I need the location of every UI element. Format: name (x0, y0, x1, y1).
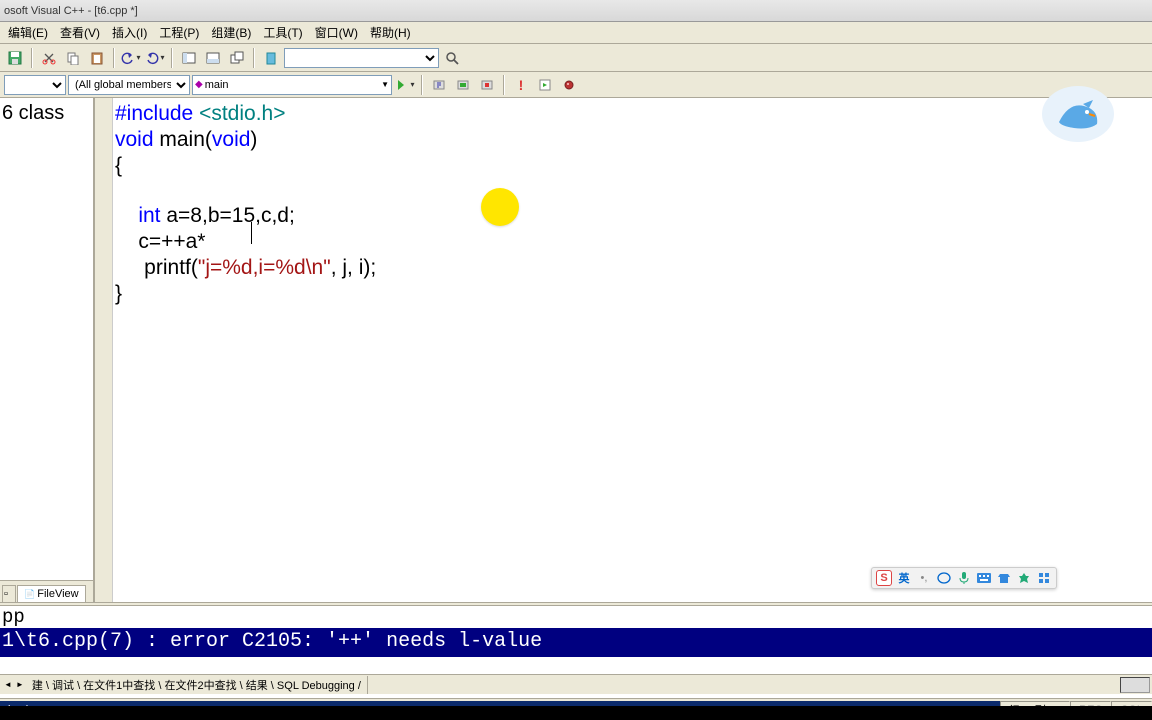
output-tabs-text[interactable]: 建 \ 调试 \ 在文件1中查找 \ 在文件2中查找 \ 结果 \ SQL De… (26, 676, 368, 694)
class-tab-icon: ▫ (4, 588, 8, 600)
app-title: osoft Visual C++ - [t6.cpp *] (4, 5, 138, 17)
titlebar: osoft Visual C++ - [t6.cpp *] (0, 0, 1152, 22)
ime-mic-icon[interactable] (956, 570, 972, 586)
thunder-logo-icon (1039, 84, 1117, 144)
code-editor[interactable]: #include <stdio.h> void main(void) { int… (95, 98, 1152, 602)
copy-icon[interactable] (62, 47, 84, 69)
output-icon[interactable] (202, 47, 224, 69)
go-icon[interactable] (534, 74, 556, 96)
scope-combo[interactable]: (All global members (68, 75, 190, 95)
output-tabs: ◄► 建 \ 调试 \ 在文件1中查找 \ 在文件2中查找 \ 结果 \ SQL… (0, 674, 1152, 694)
output-extra-line (0, 657, 1152, 674)
menubar: 编辑(E) 查看(V) 插入(I) 工程(P) 组建(B) 工具(T) 窗口(W… (0, 22, 1152, 44)
menu-insert[interactable]: 插入(I) (106, 22, 153, 43)
ime-logo-icon[interactable]: S (876, 570, 892, 586)
standard-toolbar: ▾ ▾ (0, 44, 1152, 72)
find-icon[interactable] (441, 47, 463, 69)
output-filename: pp (0, 606, 1152, 628)
build-icon[interactable] (452, 74, 474, 96)
bookmark-icon[interactable] (260, 47, 282, 69)
ime-soft-keyboard-icon[interactable] (936, 570, 952, 586)
ime-tool-icon[interactable] (1016, 570, 1032, 586)
ime-punct-icon[interactable]: •, (916, 570, 932, 586)
ime-skin-icon[interactable] (996, 570, 1012, 586)
workspace-panel: 6 class ▫ 📄FileView (0, 98, 95, 602)
menu-edit[interactable]: 编辑(E) (2, 22, 54, 43)
execute-icon[interactable]: ! (510, 74, 532, 96)
menu-view[interactable]: 查看(V) (54, 22, 106, 43)
windows-icon[interactable] (226, 47, 248, 69)
ime-lang[interactable]: 英 (896, 570, 912, 586)
menu-window[interactable]: 窗口(W) (309, 22, 364, 43)
ime-toolbar[interactable]: S 英 •, (871, 567, 1057, 589)
menu-tools[interactable]: 工具(T) (257, 22, 308, 43)
output-error-line[interactable]: 1\t6.cpp(7) : error C2105: '++' needs l-… (0, 628, 1152, 657)
find-combo[interactable] (284, 48, 439, 68)
file-tab-icon: 📄 (24, 589, 35, 600)
member-combo[interactable]: ◆ main ▼ (192, 75, 392, 95)
workspace-tabs: ▫ 📄FileView (0, 580, 93, 602)
output-panel: pp 1\t6.cpp(7) : error C2105: '++' needs… (0, 606, 1152, 674)
bottom-bar (0, 706, 1152, 720)
cut-icon[interactable] (38, 47, 60, 69)
text-cursor (251, 222, 252, 244)
ime-settings-icon[interactable] (1036, 570, 1052, 586)
highlight-marker (481, 188, 519, 226)
menu-project[interactable]: 工程(P) (153, 22, 205, 43)
paste-icon[interactable] (86, 47, 108, 69)
ime-keyboard-icon[interactable] (976, 570, 992, 586)
menu-build[interactable]: 组建(B) (205, 22, 257, 43)
tab-classview[interactable]: ▫ (2, 585, 16, 602)
class-view[interactable]: 6 class (0, 98, 93, 580)
main-area: 6 class ▫ 📄FileView #include <stdio.h> v… (0, 98, 1152, 602)
action-icon[interactable]: ▾ (394, 74, 416, 96)
stop-build-icon[interactable] (476, 74, 498, 96)
menu-help[interactable]: 帮助(H) (364, 22, 417, 43)
func-icon: ◆ (195, 79, 203, 90)
tab-fileview[interactable]: 📄FileView (17, 585, 86, 602)
redo-icon[interactable]: ▾ (144, 47, 166, 69)
code-content[interactable]: #include <stdio.h> void main(void) { int… (113, 98, 1152, 602)
workspace-icon[interactable] (178, 47, 200, 69)
save-icon[interactable] (4, 47, 26, 69)
class-combo[interactable] (4, 75, 66, 95)
wizbar-toolbar: (All global members ◆ main ▼ ▾ ! (0, 72, 1152, 98)
output-hscroll[interactable] (1120, 677, 1150, 693)
editor-gutter (95, 98, 113, 602)
undo-icon[interactable]: ▾ (120, 47, 142, 69)
compile-icon[interactable] (428, 74, 450, 96)
breakpoint-icon[interactable] (558, 74, 580, 96)
